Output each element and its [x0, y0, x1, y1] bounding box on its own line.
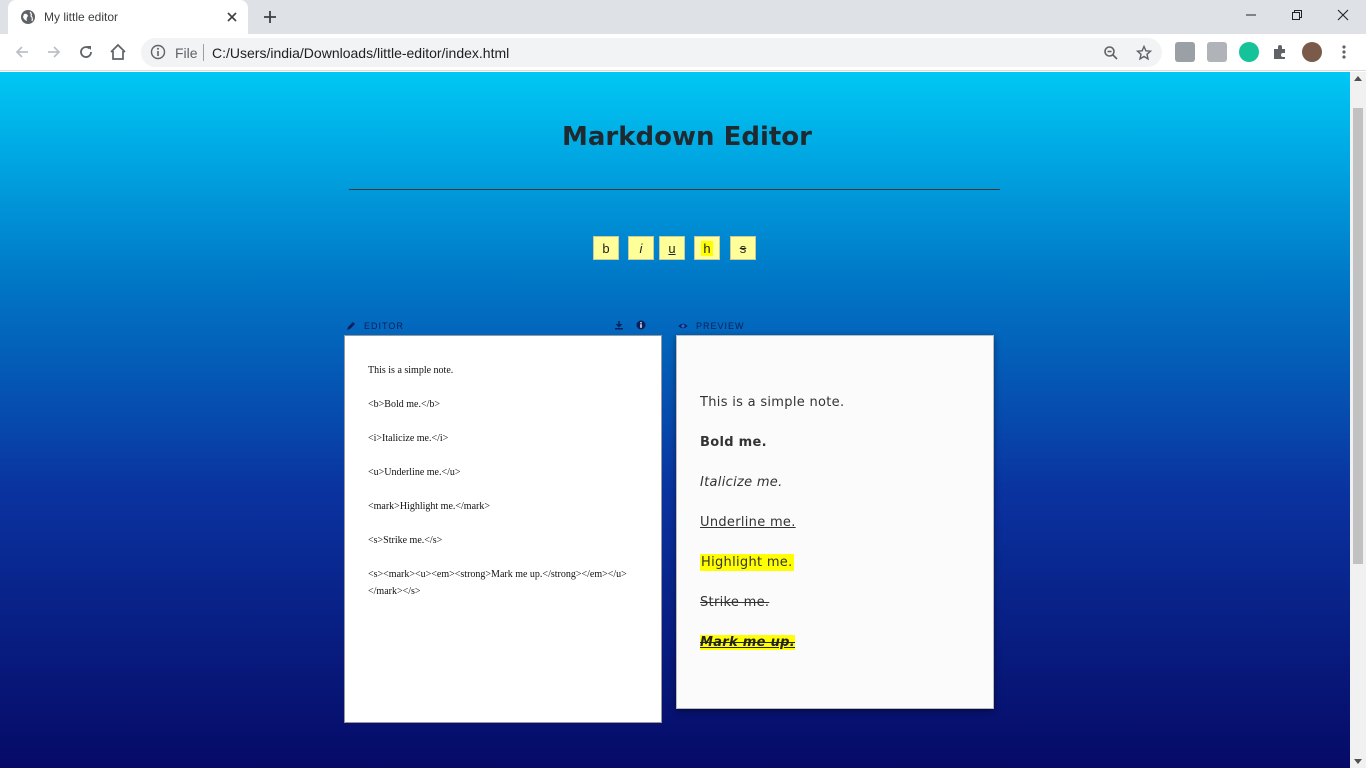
tab-title: My little editor — [44, 10, 119, 24]
preview-line-plain: This is a simple note. — [700, 392, 971, 432]
close-tab-icon[interactable] — [224, 9, 240, 25]
new-tab-button[interactable] — [259, 6, 281, 28]
grammarly-icon[interactable] — [1239, 42, 1259, 62]
preview-plain-text: This is a simple note. — [700, 395, 845, 410]
preview-label-text: PREVIEW — [696, 321, 745, 331]
preview-bold-text: Bold me. — [700, 435, 767, 450]
editor-line: This is a simple note. — [368, 365, 454, 376]
vertical-scrollbar[interactable] — [1350, 72, 1366, 768]
restore-icon — [1292, 10, 1302, 20]
plus-icon — [264, 11, 276, 23]
preview-pane: This is a simple note. Bold me. Italiciz… — [676, 335, 994, 709]
editor-label: EDITOR — [346, 321, 404, 331]
close-window-button[interactable] — [1320, 0, 1366, 30]
zoom-icon[interactable] — [1103, 45, 1119, 61]
tab-strip: My little editor — [0, 0, 1366, 34]
menu-dots-icon[interactable] — [1336, 44, 1352, 60]
highlight-button-label: h — [701, 240, 713, 256]
italic-button-label: i — [639, 240, 643, 256]
preview-strike-text: Strike me. — [700, 595, 770, 610]
preview-line-italic: Italicize me. — [700, 472, 971, 512]
avatar[interactable] — [1302, 42, 1322, 62]
info-icon[interactable] — [150, 44, 166, 60]
extension-icon-1[interactable] — [1175, 42, 1195, 62]
address-bar[interactable]: File C:/Users/india/Downloads/little-edi… — [141, 38, 1162, 67]
url-text[interactable]: C:/Users/india/Downloads/little-editor/i… — [212, 45, 509, 61]
minimize-icon — [1246, 14, 1256, 16]
reload-icon — [80, 46, 92, 58]
download-icon[interactable] — [614, 320, 624, 330]
underline-button-label: u — [668, 240, 676, 256]
strikethrough-button[interactable]: s — [730, 236, 756, 260]
preview-highlight-text: Highlight me. — [700, 554, 794, 571]
browser-tab[interactable]: My little editor — [8, 0, 248, 34]
editor-line: <b>Bold me.</b> — [368, 399, 441, 410]
preview-line-underline: Underline me. — [700, 512, 971, 552]
scrollbar-thumb[interactable] — [1353, 108, 1363, 564]
preview-line-highlight: Highlight me. — [700, 552, 971, 592]
editor-line: <u>Underline me.</u> — [368, 467, 461, 478]
back-button[interactable] — [10, 40, 34, 64]
editor-line: <mark>Highlight me.</mark> — [368, 501, 490, 512]
bold-button-label: b — [602, 240, 610, 256]
eye-icon — [678, 323, 688, 329]
page-title: Markdown Editor — [562, 122, 812, 152]
home-icon — [110, 43, 126, 60]
preview-markup-text: Mark me up. — [700, 635, 795, 650]
minimize-button[interactable] — [1228, 0, 1274, 30]
info-circle-icon[interactable] — [636, 320, 646, 330]
editor-textarea[interactable]: This is a simple note. <b>Bold me.</b> <… — [344, 335, 662, 723]
extension-icon-2[interactable] — [1207, 42, 1227, 62]
preview-line-markup: Mark me up. — [700, 632, 971, 672]
editor-line: <s><mark><u><em><strong>Mark me up.</str… — [368, 569, 627, 597]
page-content: Markdown Editor b i u h s EDITOR PREVIEW… — [0, 72, 1350, 768]
italic-button[interactable]: i — [628, 236, 654, 260]
scroll-up-arrow-icon[interactable] — [1354, 76, 1362, 81]
title-divider — [349, 189, 1000, 190]
editor-line: <s>Strike me.</s> — [368, 535, 443, 546]
editor-label-text: EDITOR — [364, 321, 404, 331]
puzzle-icon[interactable] — [1271, 43, 1289, 61]
home-button[interactable] — [106, 40, 130, 64]
bookmark-star-icon[interactable] — [1136, 45, 1152, 61]
pencil-icon — [347, 322, 355, 330]
scheme-label: File — [175, 45, 198, 61]
omnibox-divider — [203, 44, 204, 61]
arrow-left-icon — [15, 46, 28, 58]
preview-italic-text: Italicize me. — [700, 475, 783, 490]
bold-button[interactable]: b — [593, 236, 619, 260]
restore-button[interactable] — [1274, 0, 1320, 30]
preview-line-bold: Bold me. — [700, 432, 971, 472]
editor-line: <i>Italicize me.</i> — [368, 433, 449, 444]
underline-button[interactable]: u — [659, 236, 685, 260]
strikethrough-button-label: s — [739, 240, 747, 256]
arrow-right-icon — [48, 46, 61, 58]
preview-label: PREVIEW — [678, 321, 745, 331]
scroll-down-arrow-icon[interactable] — [1354, 759, 1362, 764]
close-icon — [1337, 9, 1349, 21]
globe-icon — [21, 10, 35, 24]
highlight-button[interactable]: h — [694, 236, 720, 260]
forward-button[interactable] — [42, 40, 66, 64]
browser-toolbar: File C:/Users/india/Downloads/little-edi… — [0, 34, 1366, 71]
reload-button[interactable] — [74, 40, 98, 64]
preview-line-strike: Strike me. — [700, 592, 971, 632]
preview-underline-text: Underline me. — [700, 515, 796, 530]
